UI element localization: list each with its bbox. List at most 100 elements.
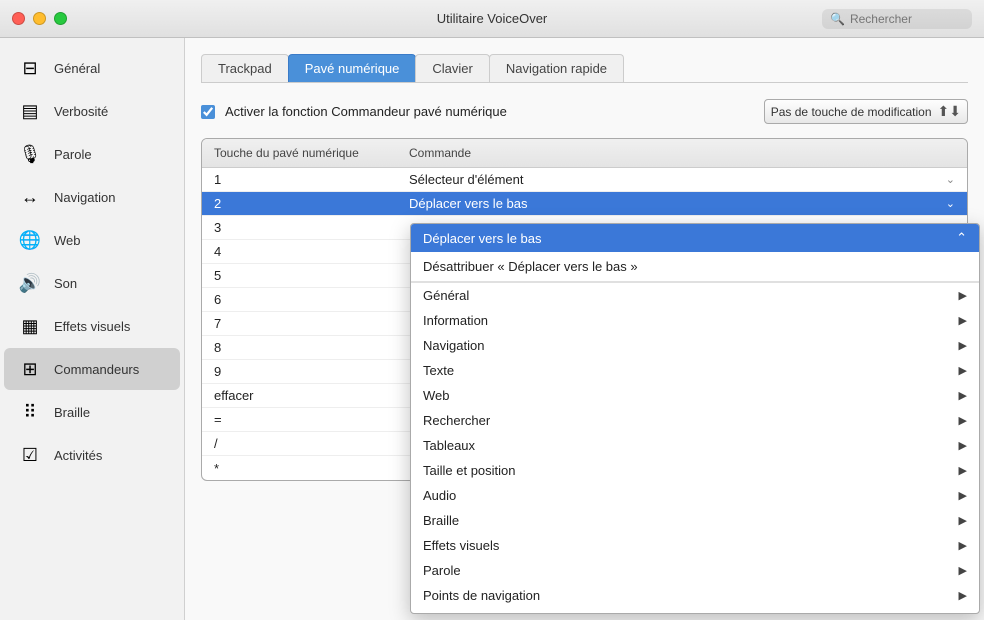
dropdown-item-label: Parole [423,563,461,578]
dropdown-item[interactable]: Web ▶ [411,383,979,408]
table-cell-key: 9 [202,361,397,382]
sidebar-label-son: Son [54,276,77,291]
dropdown-item[interactable]: Parole ▶ [411,558,979,583]
dropdown-item-arrow-icon: ▶ [959,489,967,502]
dropdown-item[interactable]: Information ▶ [411,308,979,333]
dropdown-item[interactable]: Général ▶ [411,283,979,308]
sidebar-item-effets-visuels[interactable]: ▦ Effets visuels [4,305,180,347]
dropdown-item-arrow-icon: ▶ [959,564,967,577]
table-cell-cmd: Sélecteur d'élément ⌄ [397,169,967,190]
select-arrows-icon: ⬆⬇ [938,103,961,120]
modifier-key-select[interactable]: Pas de touche de modification ⬆⬇ [764,99,968,124]
col-header-key: Touche du pavé numérique [202,144,397,162]
dropdown-header: Déplacer vers le bas ⌃ [411,224,979,252]
search-input[interactable] [850,12,964,26]
minimize-button[interactable] [33,12,46,25]
dropdown-item-label: Web [423,388,450,403]
search-icon: 🔍 [830,12,845,26]
dropdown-item[interactable]: Texte ▶ [411,358,979,383]
search-box[interactable]: 🔍 [822,9,972,29]
dropdown-item-arrow-icon: ▶ [959,514,967,527]
window-title: Utilitaire VoiceOver [437,11,548,26]
titlebar: Utilitaire VoiceOver 🔍 [0,0,984,38]
dropdown-item[interactable]: Rechercher ▶ [411,408,979,433]
sidebar-label-activites: Activités [54,448,102,463]
dropdown-item-arrow-icon: ▶ [959,539,967,552]
dropdown-item-label: Braille [423,513,459,528]
dropdown-item-arrow-icon: ▶ [959,414,967,427]
dropdown-item-arrow-icon: ▶ [959,389,967,402]
dropdown-item-label: Points de navigation [423,588,540,603]
sidebar-item-web[interactable]: 🌐 Web [4,219,180,261]
sidebar-item-braille[interactable]: ⠿ Braille [4,391,180,433]
content-area: TrackpadPavé numériqueClavierNavigation … [185,38,984,620]
tab-trackpad[interactable]: Trackpad [201,54,289,82]
sidebar-item-activites[interactable]: ☑ Activités [4,434,180,476]
dropdown-header-chevron: ⌃ [956,230,967,246]
sidebar-item-verbosite[interactable]: ▤ Verbosité [4,90,180,132]
tab-navigation-rapide[interactable]: Navigation rapide [489,54,624,82]
table-cell-key: 4 [202,241,397,262]
sidebar-item-navigation[interactable]: ↔ Navigation [4,176,180,218]
unassign-item[interactable]: Désattribuer « Déplacer vers le bas » [411,252,979,282]
sidebar-icon-activites: ☑ [16,441,44,469]
table-cell-key: 5 [202,265,397,286]
table-cell-key: 8 [202,337,397,358]
tab-bar: TrackpadPavé numériqueClavierNavigation … [201,54,968,83]
row-chevron-icon: ⌄ [946,173,955,186]
dropdown-item[interactable]: Navigation ▶ [411,333,979,358]
sidebar-icon-son: 🔊 [16,269,44,297]
sidebar-label-parole: Parole [54,147,92,162]
dropdown-item-label: Effets visuels [423,538,499,553]
sidebar-item-general[interactable]: ⊟ Général [4,47,180,89]
dropdown-item-arrow-icon: ▶ [959,439,967,452]
main-layout: ⊟ Général ▤ Verbosité 🎙 Parole ↔ Navigat… [0,38,984,620]
sidebar-item-commandeurs[interactable]: ⊞ Commandeurs [4,348,180,390]
dropdown-item-label: Taille et position [423,463,516,478]
sidebar-label-braille: Braille [54,405,90,420]
enable-commander-checkbox[interactable] [201,105,215,119]
table-cell-key: 6 [202,289,397,310]
command-dropdown: Déplacer vers le bas ⌃ Désattribuer « Dé… [410,223,980,614]
col-header-cmd: Commande [397,144,967,162]
dropdown-item[interactable]: Commandes personnalisées ▶ [411,608,979,613]
tab-clavier[interactable]: Clavier [415,54,489,82]
sidebar-label-commandeurs: Commandeurs [54,362,139,377]
table-cell-key: 1 [202,169,397,190]
dropdown-item-label: Texte [423,363,454,378]
table-cell-key: = [202,409,397,430]
sidebar-item-parole[interactable]: 🎙 Parole [4,133,180,175]
sidebar-label-verbosite: Verbosité [54,104,108,119]
close-button[interactable] [12,12,25,25]
dropdown-item[interactable]: Points de navigation ▶ [411,583,979,608]
sidebar-icon-verbosite: ▤ [16,97,44,125]
modifier-key-label: Pas de touche de modification [771,105,932,119]
dropdown-item[interactable]: Tableaux ▶ [411,433,979,458]
sidebar-label-effets-visuels: Effets visuels [54,319,130,334]
dropdown-item-label: Tableaux [423,438,475,453]
tab-pave-numerique[interactable]: Pavé numérique [288,54,417,82]
sidebar-icon-general: ⊟ [16,54,44,82]
cmd-label: Sélecteur d'élément [409,172,524,187]
sidebar: ⊟ Général ▤ Verbosité 🎙 Parole ↔ Navigat… [0,38,185,620]
sidebar-icon-effets-visuels: ▦ [16,312,44,340]
dropdown-item-arrow-icon: ▶ [959,589,967,602]
sidebar-item-son[interactable]: 🔊 Son [4,262,180,304]
window-controls [12,12,67,25]
dropdown-item-arrow-icon: ▶ [959,339,967,352]
dropdown-item-label: Information [423,313,488,328]
row-chevron-icon: ⌄ [946,197,955,210]
table-cell-key: 3 [202,217,397,238]
maximize-button[interactable] [54,12,67,25]
dropdown-item-label: Général [423,288,469,303]
dropdown-item[interactable]: Taille et position ▶ [411,458,979,483]
dropdown-item[interactable]: Audio ▶ [411,483,979,508]
sidebar-icon-web: 🌐 [16,226,44,254]
table-row[interactable]: 1 Sélecteur d'élément ⌄ [202,168,967,192]
dropdown-item[interactable]: Braille ▶ [411,508,979,533]
dropdown-item-arrow-icon: ▶ [959,289,967,302]
dropdown-item[interactable]: Effets visuels ▶ [411,533,979,558]
table-row[interactable]: 2 Déplacer vers le bas ⌄ [202,192,967,216]
sidebar-icon-parole: 🎙 [16,140,44,168]
table-cell-key: 7 [202,313,397,334]
